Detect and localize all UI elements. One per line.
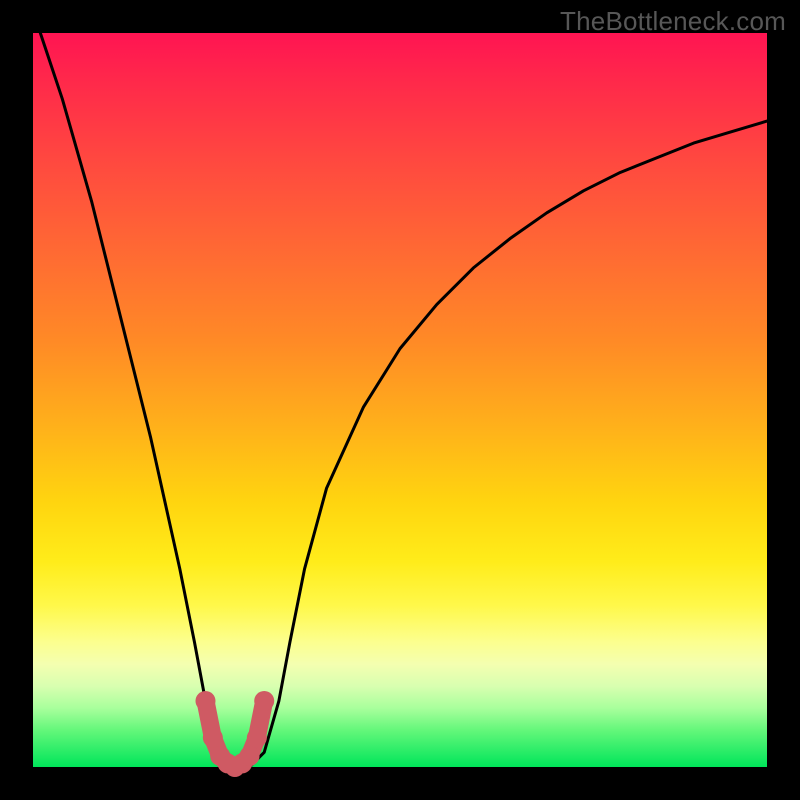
minimum-marker xyxy=(247,728,267,748)
minimum-marker xyxy=(254,691,274,711)
minimum-marker xyxy=(195,691,215,711)
bottleneck-curve xyxy=(33,11,767,767)
chart-frame: TheBottleneck.com xyxy=(0,0,800,800)
marker-layer xyxy=(195,691,274,777)
plot-area xyxy=(33,33,767,767)
minimum-marker xyxy=(203,728,223,748)
curve-layer xyxy=(33,11,767,767)
watermark-text: TheBottleneck.com xyxy=(560,6,786,37)
curve-svg xyxy=(33,33,767,767)
minimum-marker xyxy=(240,746,260,766)
